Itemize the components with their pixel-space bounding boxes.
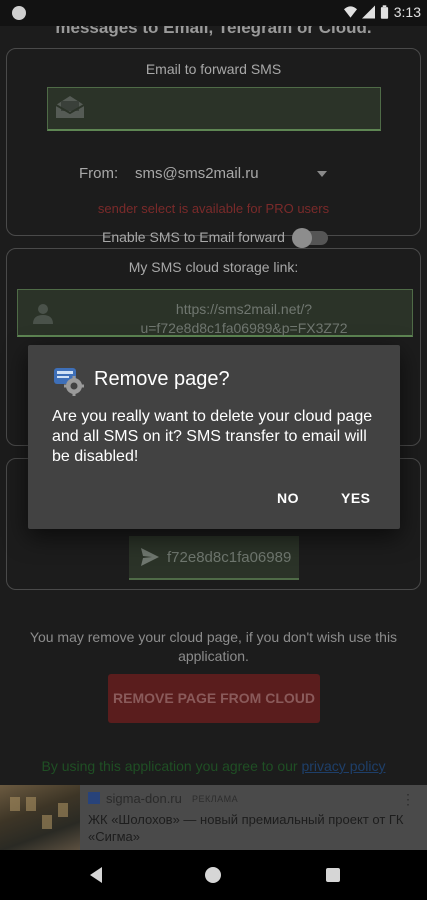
person-icon	[33, 304, 53, 324]
pro-note: sender select is available for PRO users	[97, 201, 330, 216]
signal-icon	[361, 5, 375, 19]
wifi-icon	[343, 6, 357, 18]
remove-page-button[interactable]: REMOVE PAGE FROM CLOUD	[108, 674, 320, 723]
app-gear-icon	[54, 368, 84, 396]
system-nav-bar	[0, 850, 427, 900]
toggle-knob	[292, 228, 312, 248]
ad-image-window	[10, 797, 20, 811]
email-card-label: Email to forward SMS	[145, 61, 282, 77]
enable-forward-label: Enable SMS to Email forward	[102, 229, 285, 245]
dialog-yes-button[interactable]: YES	[341, 490, 371, 506]
ad-image[interactable]	[0, 785, 80, 850]
terms-text: By using this application you agree to o…	[0, 758, 427, 774]
more-options-icon[interactable]: ⋮	[401, 791, 415, 808]
home-icon[interactable]	[205, 867, 221, 883]
ad-text[interactable]: ЖК «Шолохов» — новый премиальный проект …	[88, 811, 418, 845]
dialog-message: Are you really want to delete your cloud…	[52, 408, 373, 465]
recent-apps-icon[interactable]	[326, 868, 340, 882]
ad-image-window	[58, 803, 68, 817]
cloud-link-text[interactable]: https://sms2mail.net/?u=f72e8d8c1fa06989…	[74, 300, 414, 338]
ad-tag: РЕКЛАМА	[192, 794, 239, 804]
ad-image-window	[26, 797, 36, 811]
cloud-link-field[interactable]: https://sms2mail.net/?u=f72e8d8c1fa06989…	[17, 289, 413, 337]
dialog-no-button[interactable]: NO	[277, 490, 299, 506]
telegram-code-text: f72e8d8c1fa06989	[167, 549, 292, 566]
remove-info-text: You may remove your cloud page, if you d…	[29, 629, 398, 664]
ad-image-window	[42, 815, 52, 829]
privacy-policy-link[interactable]: privacy policy	[301, 758, 385, 774]
telegram-code-field[interactable]: f72e8d8c1fa06989	[129, 536, 299, 580]
back-icon[interactable]	[90, 867, 102, 883]
status-icons: 3:13	[343, 4, 421, 20]
email-envelope-icon	[56, 96, 84, 118]
notification-dot-icon	[12, 6, 26, 20]
chevron-down-icon[interactable]	[317, 171, 327, 177]
cloud-card-label: My SMS cloud storage link:	[128, 259, 299, 275]
enable-forward-toggle[interactable]	[292, 228, 328, 248]
remove-page-dialog: Remove page? Are you really want to dele…	[28, 345, 400, 529]
ad-favicon-icon	[88, 792, 100, 804]
sender-select[interactable]: sms@sms2mail.ru	[135, 165, 259, 182]
page-title: messages to Email, Telegram or Cloud.	[55, 26, 372, 37]
ad-site[interactable]: sigma-don.ru	[106, 791, 182, 806]
email-field[interactable]	[47, 87, 381, 131]
from-label: From:	[79, 165, 119, 182]
status-time: 3:13	[393, 4, 421, 20]
ad-banner[interactable]: sigma-don.ru РЕКЛАМА ⋮ ЖК «Шолохов» — но…	[0, 785, 427, 850]
dialog-title: Remove page?	[94, 368, 230, 390]
send-icon	[141, 548, 159, 566]
status-bar: 3:13	[0, 0, 427, 26]
battery-icon	[380, 4, 388, 19]
terms-prefix: By using this application you agree to o…	[41, 758, 302, 774]
email-card: Email to forward SMS From: sms@sms2mail.…	[6, 48, 421, 248]
